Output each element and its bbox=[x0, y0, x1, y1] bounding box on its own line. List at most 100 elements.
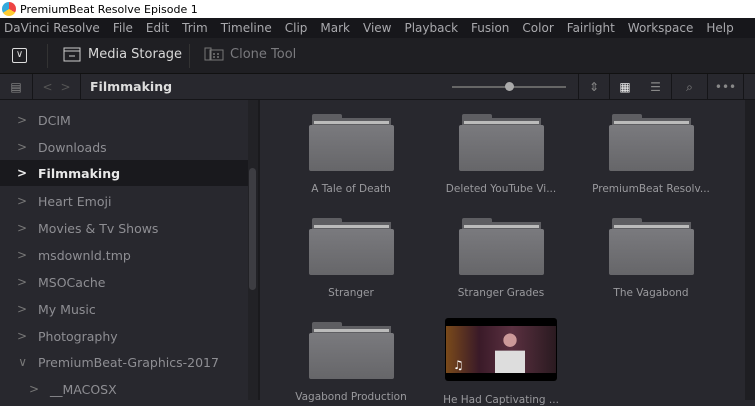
tile-label: A Tale of Death bbox=[311, 183, 391, 195]
folder-tile[interactable]: Stranger bbox=[276, 218, 426, 299]
sidebar-toggle-icon[interactable]: ▤ bbox=[0, 74, 33, 100]
back-icon[interactable]: < bbox=[42, 80, 52, 94]
tree-item-label: Heart Emoji bbox=[38, 193, 112, 209]
tree-item-label: Downloads bbox=[38, 139, 107, 155]
toolbar-divider bbox=[47, 44, 48, 68]
sidebar-scrollbar[interactable] bbox=[248, 100, 258, 400]
tile-label: The Vagabond bbox=[613, 287, 689, 299]
window-title: PremiumBeat Resolve Episode 1 bbox=[20, 2, 198, 16]
chevron-down-icon[interactable]: ∨ bbox=[0, 355, 38, 369]
tree-item[interactable]: ∨ PremiumBeat-Graphics-2017 bbox=[0, 349, 248, 375]
menu-view[interactable]: View bbox=[363, 21, 391, 35]
sort-icon[interactable]: ⇕ bbox=[578, 74, 610, 100]
media-storage-icon bbox=[63, 47, 81, 62]
chevron-right-icon[interactable]: > bbox=[0, 113, 38, 127]
tile-label: Vagabond Production bbox=[295, 391, 407, 403]
menu-workspace[interactable]: Workspace bbox=[628, 21, 694, 35]
chevron-right-icon[interactable]: > bbox=[0, 248, 38, 262]
folder-icon bbox=[458, 218, 544, 275]
tree-item-label: Filmmaking bbox=[38, 165, 121, 181]
menu-playback[interactable]: Playback bbox=[404, 21, 458, 35]
chevron-right-icon[interactable]: > bbox=[0, 194, 38, 208]
audio-note-icon: ♫ bbox=[453, 358, 464, 372]
menu-clip[interactable]: Clip bbox=[285, 21, 308, 35]
chevron-right-icon[interactable]: > bbox=[0, 329, 38, 343]
clip-tile[interactable]: ♫ He Had Captivating ... bbox=[426, 318, 576, 406]
menu-bar: DaVinci Resolve File Edit Trim Timeline … bbox=[0, 18, 755, 38]
menu-help[interactable]: Help bbox=[706, 21, 733, 35]
tree-item[interactable]: > Movies & Tv Shows bbox=[0, 215, 248, 241]
tree-item-label: msdownld.tmp bbox=[38, 247, 131, 263]
folder-icon bbox=[608, 218, 694, 275]
folder-tile[interactable]: Stranger Grades bbox=[426, 218, 576, 299]
menu-trim[interactable]: Trim bbox=[182, 21, 208, 35]
folder-tile[interactable]: Vagabond Production bbox=[276, 322, 426, 403]
tree-item[interactable]: > DCIM bbox=[0, 107, 248, 133]
tree-item-label: PremiumBeat-Graphics-2017 bbox=[38, 354, 219, 370]
list-view-icon[interactable]: ☰ bbox=[640, 74, 672, 100]
tree-item-label: DCIM bbox=[38, 112, 71, 128]
clone-tool-label: Clone Tool bbox=[230, 46, 297, 62]
tree-item[interactable]: > msdownld.tmp bbox=[0, 242, 248, 268]
tile-label: Stranger Grades bbox=[457, 287, 545, 299]
menu-mark[interactable]: Mark bbox=[320, 21, 350, 35]
tree-item[interactable]: > Photography bbox=[0, 323, 248, 349]
folder-icon bbox=[308, 218, 394, 275]
tile-label: Deleted YouTube Vi... bbox=[445, 183, 557, 195]
chevron-right-icon[interactable]: > bbox=[0, 166, 38, 180]
folder-tree: > DCIM > Downloads > Filmmaking > Heart Emoj… bbox=[0, 100, 248, 400]
chevron-right-icon[interactable]: > bbox=[0, 382, 50, 396]
tree-item[interactable]: > MSOCache bbox=[0, 269, 248, 295]
tree-item[interactable]: > __MACOSX bbox=[0, 376, 248, 402]
more-options-icon[interactable]: ••• bbox=[708, 74, 744, 100]
folder-icon bbox=[608, 114, 694, 171]
chevron-right-icon[interactable]: > bbox=[0, 140, 38, 154]
clone-tool-icon bbox=[204, 47, 224, 61]
forward-icon[interactable]: > bbox=[61, 80, 71, 94]
folder-tile[interactable]: PremiumBeat Resolv... bbox=[576, 114, 726, 195]
menu-fairlight[interactable]: Fairlight bbox=[567, 21, 615, 35]
folder-tile[interactable]: A Tale of Death bbox=[276, 114, 426, 195]
panel-toggle-checkbox[interactable]: ∨ bbox=[12, 48, 27, 63]
menu-timeline[interactable]: Timeline bbox=[221, 21, 272, 35]
folder-icon bbox=[308, 114, 394, 171]
chevron-right-icon[interactable]: > bbox=[0, 275, 38, 289]
menu-davinci-resolve[interactable]: DaVinci Resolve bbox=[4, 21, 100, 35]
toolbar-divider bbox=[189, 44, 190, 68]
tree-item-label: MSOCache bbox=[38, 274, 106, 290]
tree-item[interactable]: > Heart Emoji bbox=[0, 188, 248, 214]
tree-item-label: __MACOSX bbox=[50, 381, 117, 397]
panel-divider[interactable] bbox=[258, 100, 260, 400]
tree-item[interactable]: > Downloads bbox=[0, 134, 248, 160]
menu-color[interactable]: Color bbox=[522, 21, 553, 35]
media-storage-label: Media Storage bbox=[88, 46, 183, 62]
slider-knob[interactable] bbox=[505, 82, 514, 91]
path-bar: ▤ < > Filmmaking ⇕ ▦ ☰ ⌕ ••• bbox=[0, 74, 755, 100]
chevron-right-icon[interactable]: > bbox=[0, 302, 38, 316]
tile-label: PremiumBeat Resolv... bbox=[592, 183, 710, 195]
clone-tool-button[interactable]: Clone Tool bbox=[204, 46, 296, 62]
menu-file[interactable]: File bbox=[113, 21, 133, 35]
menu-edit[interactable]: Edit bbox=[146, 21, 169, 35]
tile-label: Stranger bbox=[328, 287, 374, 299]
title-bar: PremiumBeat Resolve Episode 1 bbox=[0, 0, 755, 18]
media-storage-button[interactable]: Media Storage bbox=[62, 46, 182, 62]
nav-arrows: < > bbox=[33, 74, 81, 100]
search-icon[interactable]: ⌕ bbox=[672, 74, 708, 100]
app-logo-icon bbox=[2, 2, 16, 16]
tree-item[interactable]: > My Music bbox=[0, 296, 248, 322]
folder-tile[interactable]: The Vagabond bbox=[576, 218, 726, 299]
folder-icon bbox=[458, 114, 544, 171]
folder-tile[interactable]: Deleted YouTube Vi... bbox=[426, 114, 576, 195]
grid-view-icon[interactable]: ▦ bbox=[610, 74, 640, 100]
clip-thumbnail: ♫ bbox=[445, 318, 557, 381]
current-path: Filmmaking bbox=[90, 79, 173, 94]
tile-label: He Had Captivating ... bbox=[443, 394, 559, 406]
right-panel-edge bbox=[745, 100, 755, 400]
folder-icon bbox=[308, 322, 394, 379]
scrollbar-thumb[interactable] bbox=[249, 168, 256, 290]
chevron-right-icon[interactable]: > bbox=[0, 221, 38, 235]
tree-item-selected[interactable]: > Filmmaking bbox=[0, 160, 248, 186]
tree-item-label: My Music bbox=[38, 301, 96, 317]
menu-fusion[interactable]: Fusion bbox=[471, 21, 509, 35]
